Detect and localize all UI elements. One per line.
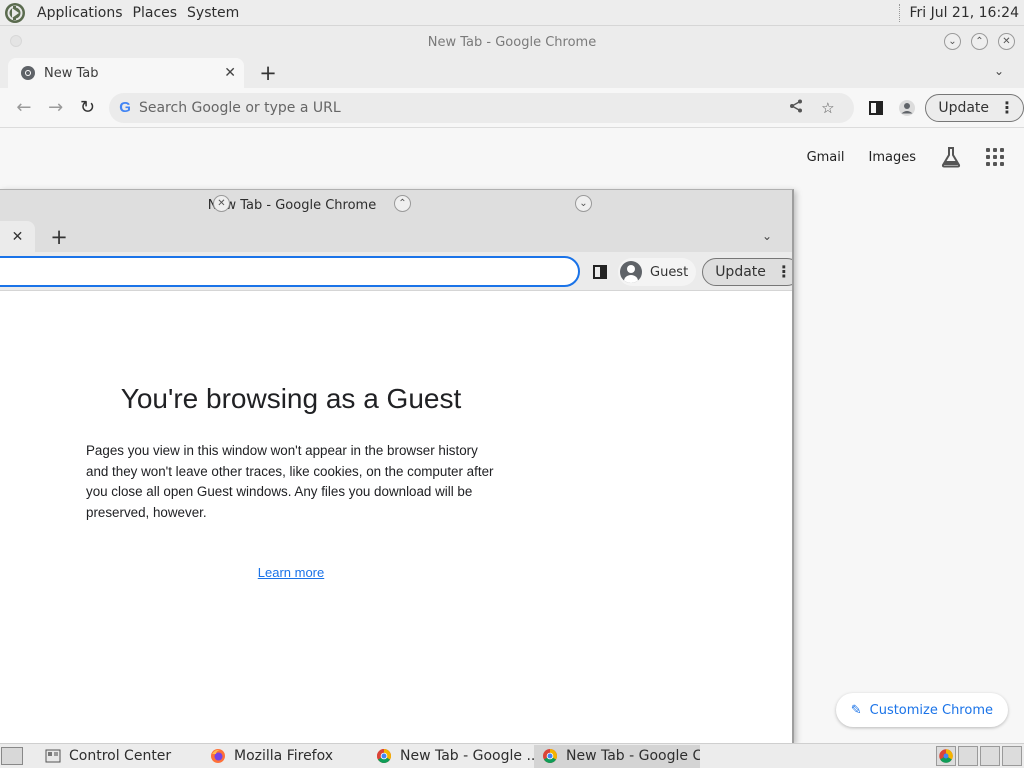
back-icon[interactable]: ← (8, 92, 40, 124)
reload-icon[interactable]: ↻ (72, 92, 104, 124)
chrome-icon (543, 749, 557, 763)
more-menu-icon[interactable]: ⋮ (776, 264, 792, 280)
applications-menu[interactable]: Applications (32, 5, 128, 21)
guest-description: Pages you view in this window won't appe… (86, 443, 494, 520)
taskbar-item-chrome-2[interactable]: New Tab - Google C... (534, 744, 700, 768)
tab-close-icon[interactable]: ✕ (224, 65, 236, 81)
address-bar[interactable]: G Search Google or type a URL ☆ (109, 92, 854, 123)
tab-search-icon[interactable]: ⌄ (994, 64, 1004, 78)
guest-chrome-window: New Tab - Google Chrome ⌄ ⌃ ✕ ✕ + ⌄ Gues… (0, 189, 794, 743)
chrome-icon (377, 749, 391, 763)
guest-toolbar: Guest Update ⋮ (0, 252, 792, 291)
workspace-switcher (936, 746, 1024, 766)
window-titlebar[interactable]: New Tab - Google Chrome ⌄ ⌃ ✕ (0, 27, 1024, 58)
ntp-header-links: Gmail Images (795, 146, 1004, 168)
taskbar-item-label: Mozilla Firefox (234, 748, 334, 764)
side-panel-icon[interactable] (588, 256, 612, 288)
google-g-icon: G (119, 99, 131, 116)
window-title: New Tab - Google Chrome (427, 35, 597, 50)
firefox-icon (211, 749, 225, 763)
learn-more-link[interactable]: Learn more (0, 565, 582, 580)
taskbar-item-firefox[interactable]: Mozilla Firefox (202, 745, 368, 768)
update-button[interactable]: Update ⋮ (702, 258, 792, 286)
profile-icon[interactable] (892, 92, 924, 124)
panel-separator (899, 3, 901, 22)
minimize-icon[interactable]: ⌄ (575, 195, 592, 212)
distro-logo-icon[interactable] (4, 2, 26, 24)
guest-window-titlebar[interactable]: New Tab - Google Chrome ⌄ ⌃ ✕ (0, 190, 792, 221)
taskbar-item-label: New Tab - Google C... (566, 748, 700, 764)
customize-label: Customize Chrome (869, 702, 993, 718)
minimize-icon[interactable]: ⌄ (944, 33, 961, 50)
workspace-3[interactable] (980, 746, 1000, 766)
tab-title: New Tab (44, 65, 99, 81)
tab-close-icon[interactable]: ✕ (0, 221, 35, 252)
browser-toolbar: ← → ↻ G Search Google or type a URL ☆ Up… (0, 88, 1024, 128)
bookmark-star-icon[interactable]: ☆ (812, 99, 844, 117)
taskbar-item-label: Control Center (69, 748, 172, 764)
gmail-link[interactable]: Gmail (807, 150, 845, 165)
guest-profile-button[interactable]: Guest (618, 258, 697, 286)
side-panel-icon[interactable] (860, 92, 892, 124)
tab-search-icon[interactable]: ⌄ (762, 229, 772, 243)
system-top-panel: Applications Places System Fri Jul 21, 1… (0, 0, 1024, 26)
workspace-2[interactable] (958, 746, 978, 766)
taskbar-item-chrome-1[interactable]: New Tab - Google ... (368, 745, 534, 768)
guest-label: Guest (650, 264, 689, 280)
places-menu[interactable]: Places (128, 5, 183, 21)
taskbar-item-label: New Tab - Google ... (400, 748, 534, 764)
maximize-icon[interactable]: ⌃ (394, 195, 411, 212)
images-link[interactable]: Images (869, 150, 917, 165)
update-label: Update (938, 99, 990, 116)
maximize-icon[interactable]: ⌃ (971, 33, 988, 50)
taskbar-item-control-center[interactable]: Control Center (37, 745, 202, 768)
chrome-tray-icon[interactable] (936, 746, 956, 766)
control-center-icon (45, 749, 61, 763)
share-icon[interactable] (780, 99, 812, 117)
window-menu-icon[interactable] (10, 35, 22, 47)
tab-strip: New Tab ✕ + ⌄ (0, 58, 1024, 88)
new-tab-button[interactable]: + (45, 223, 73, 251)
customize-chrome-button[interactable]: ✎ Customize Chrome (835, 693, 1008, 727)
close-icon[interactable]: ✕ (213, 195, 230, 212)
update-button[interactable]: Update ⋮ (925, 93, 1024, 122)
clock[interactable]: Fri Jul 21, 16:24 (909, 5, 1024, 21)
bottom-taskbar: Control Center Mozilla Firefox New Tab -… (0, 743, 1024, 768)
guest-avatar-icon (620, 261, 642, 283)
guest-address-bar[interactable] (0, 256, 580, 287)
system-menu[interactable]: System (182, 5, 244, 21)
guest-heading: You're browsing as a Guest (120, 383, 462, 414)
google-apps-icon[interactable] (986, 148, 1004, 166)
address-placeholder: Search Google or type a URL (138, 99, 341, 116)
close-icon[interactable]: ✕ (998, 33, 1015, 50)
workspace-4[interactable] (1002, 746, 1022, 766)
labs-flask-icon[interactable] (940, 146, 962, 168)
update-label: Update (715, 264, 766, 280)
guest-tab-strip: ✕ + ⌄ (0, 221, 792, 252)
guest-window-title: New Tab - Google Chrome (207, 198, 377, 213)
forward-icon[interactable]: → (40, 92, 72, 124)
pencil-icon: ✎ (850, 702, 862, 718)
new-tab-button[interactable]: + (254, 59, 282, 87)
more-menu-icon[interactable]: ⋮ (999, 99, 1015, 116)
chrome-tab-icon (21, 66, 35, 80)
tab-new-tab[interactable]: New Tab ✕ (8, 58, 244, 88)
guest-new-tab-page: You're browsing as a Guest Pages you vie… (0, 291, 792, 743)
show-desktop-icon[interactable] (1, 747, 23, 765)
